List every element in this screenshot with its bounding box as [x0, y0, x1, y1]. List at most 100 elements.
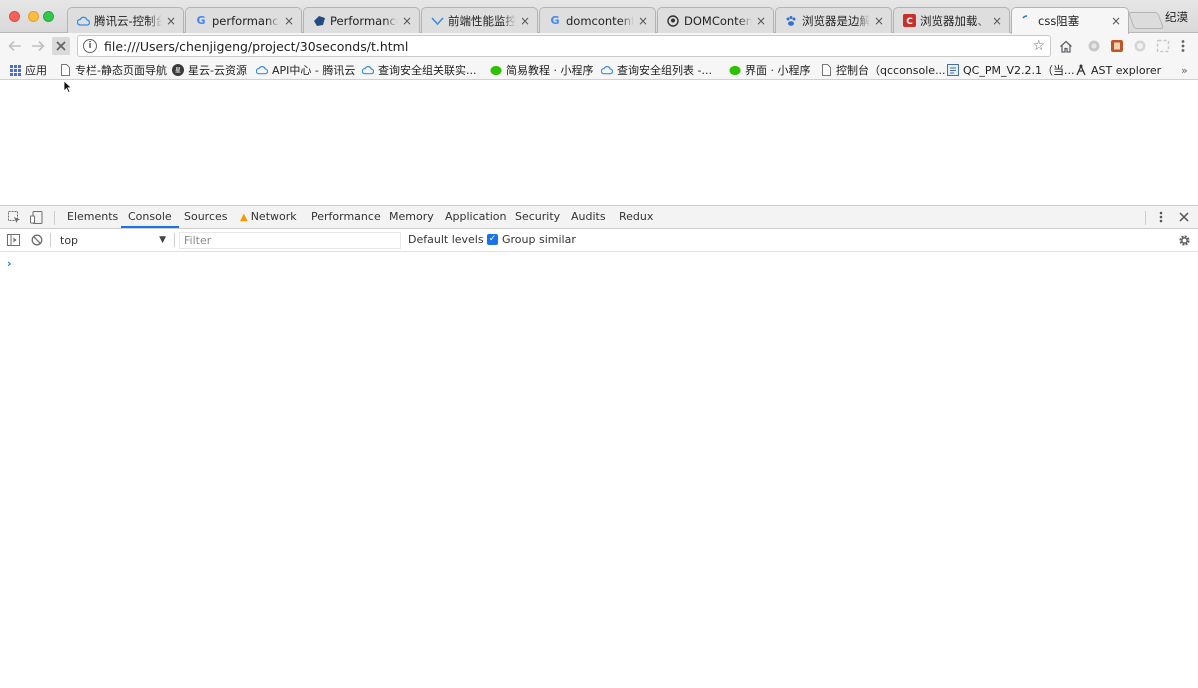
- bookmark-label: 简易教程 · 小程序: [506, 64, 594, 77]
- bookmark-item[interactable]: 界面 · 小程序: [729, 62, 811, 78]
- browser-toolbar: i file:///Users/chenjigeng/project/30sec…: [0, 33, 1198, 93]
- browser-tab[interactable]: 浏览器是边解析 ×: [775, 7, 892, 33]
- close-tab-icon[interactable]: ×: [755, 14, 767, 28]
- tab-title: DOMContentLoaded: [684, 13, 752, 28]
- close-tab-icon[interactable]: ×: [401, 14, 413, 28]
- close-tab-icon[interactable]: ×: [873, 14, 885, 28]
- extension-icon[interactable]: [1085, 37, 1103, 55]
- close-tab-icon[interactable]: ×: [519, 14, 531, 28]
- tab-memory[interactable]: Memory: [389, 206, 434, 228]
- close-tab-icon[interactable]: ×: [283, 14, 295, 28]
- bookmark-item[interactable]: 查询安全组关联实...: [362, 62, 477, 78]
- bookmark-star-icon[interactable]: ☆: [1032, 38, 1045, 54]
- bookmark-label: 界面 · 小程序: [745, 64, 811, 77]
- browser-tab[interactable]: C 浏览器加载、解析 ×: [893, 7, 1010, 33]
- address-bar[interactable]: i file:///Users/chenjigeng/project/30sec…: [77, 35, 1051, 57]
- tab-performance[interactable]: Performance: [311, 206, 381, 228]
- browser-tab[interactable]: 腾讯云-控制台 ×: [67, 7, 184, 33]
- browser-tab[interactable]: 前端性能监控： ×: [421, 7, 538, 33]
- browser-tab[interactable]: G performance.timing ×: [185, 7, 302, 33]
- tab-console[interactable]: Console: [121, 206, 179, 228]
- loading-icon: [1020, 14, 1034, 28]
- google-icon: G: [550, 14, 560, 27]
- bookmark-label: 控制台（qcconsole...: [836, 64, 946, 77]
- bookmark-item[interactable]: 简易教程 · 小程序: [490, 62, 594, 78]
- checkbox-checked-icon[interactable]: ✓: [487, 234, 498, 245]
- extension-icon[interactable]: [1108, 37, 1126, 55]
- extension-icon[interactable]: [1154, 37, 1172, 55]
- page-icon: [820, 64, 832, 76]
- zoom-window-button[interactable]: [43, 11, 54, 22]
- bookmark-label: AST explorer: [1091, 63, 1162, 77]
- divider: [54, 211, 55, 225]
- cloud-icon: [601, 64, 613, 76]
- bookmark-item[interactable]: API中心 - 腾讯云: [256, 62, 355, 78]
- bookmark-item[interactable]: QC_PM_V2.2.1（当...: [947, 62, 1074, 78]
- bookmark-item[interactable]: 专栏-静态页面导航: [59, 62, 167, 78]
- bookmark-item[interactable]: 星 星云-云资源: [172, 62, 247, 78]
- profile-name[interactable]: 纪漠: [1165, 9, 1188, 25]
- tab-security[interactable]: Security: [515, 206, 560, 228]
- dropdown-arrow-icon: ▼: [159, 235, 166, 245]
- console-prompt[interactable]: ›: [7, 257, 12, 270]
- minimize-window-button[interactable]: [28, 11, 39, 22]
- close-tab-icon[interactable]: ×: [1110, 14, 1122, 28]
- mouse-cursor-icon: [63, 80, 73, 93]
- bookmark-item[interactable]: 查询安全组列表 -...: [601, 62, 712, 78]
- cloud-icon: [256, 64, 268, 76]
- tab-title: 腾讯云-控制台: [94, 13, 162, 28]
- close-window-button[interactable]: [9, 11, 20, 22]
- bookmark-item[interactable]: 控制台（qcconsole...: [820, 62, 946, 78]
- tab-redux[interactable]: Redux: [619, 206, 653, 228]
- inspect-element-icon[interactable]: [7, 210, 21, 224]
- tab-title: 前端性能监控：: [448, 13, 516, 28]
- browser-tab[interactable]: Performance.timing ×: [303, 7, 420, 33]
- url-text[interactable]: file:///Users/chenjigeng/project/30secon…: [104, 39, 408, 54]
- info-icon[interactable]: i: [83, 39, 97, 53]
- menu-dots-icon[interactable]: [1174, 37, 1192, 55]
- console-toolbar: top ▼ Default levels ▼ ✓ Group similar: [0, 229, 1198, 252]
- mdn-icon: [312, 14, 326, 28]
- tab-network[interactable]: ▲ Network: [240, 206, 297, 228]
- browser-tab[interactable]: DOMContentLoaded ×: [657, 7, 774, 33]
- tab-elements[interactable]: Elements: [67, 206, 118, 228]
- wechat-icon: [490, 64, 502, 76]
- more-bookmarks-icon[interactable]: »: [1181, 62, 1188, 78]
- sidebar-toggle-icon[interactable]: [6, 233, 20, 247]
- home-icon[interactable]: [1057, 37, 1075, 55]
- tab-audits[interactable]: Audits: [571, 206, 606, 228]
- tab-network-label: Network: [250, 210, 297, 223]
- browser-tab[interactable]: G domcontentloaded ×: [539, 7, 656, 33]
- bookmark-apps[interactable]: 应用: [9, 62, 47, 78]
- svg-text:C: C: [906, 17, 913, 27]
- nebula-icon: 星: [172, 64, 184, 76]
- bookmarks-bar: 应用 专栏-静态页面导航 星 星云-云资源 API中心 - 腾讯云 查询安全组关…: [0, 59, 1198, 80]
- close-devtools-icon[interactable]: [1177, 210, 1191, 224]
- group-similar-label: Group similar: [502, 233, 576, 246]
- google-icon: G: [196, 14, 206, 27]
- devtools-menu-icon[interactable]: [1154, 210, 1168, 224]
- tab-sources[interactable]: Sources: [184, 206, 228, 228]
- close-tab-icon[interactable]: ×: [991, 14, 1003, 28]
- forward-arrow-icon[interactable]: [29, 37, 47, 55]
- clear-console-icon[interactable]: [30, 233, 44, 247]
- stop-loading-icon[interactable]: [52, 37, 70, 55]
- device-toolbar-icon[interactable]: [29, 210, 43, 224]
- new-tab-button[interactable]: [1127, 12, 1165, 29]
- bookmark-item[interactable]: AST explorer: [1075, 62, 1161, 78]
- filter-input[interactable]: [179, 232, 401, 249]
- log-levels-dropdown[interactable]: Default levels ▼: [408, 233, 496, 246]
- close-tab-icon[interactable]: ×: [637, 14, 649, 28]
- close-tab-icon[interactable]: ×: [165, 14, 177, 28]
- tab-title: css阻塞: [1038, 14, 1080, 28]
- page-icon: [59, 64, 71, 76]
- group-similar-checkbox[interactable]: ✓ Group similar: [487, 233, 576, 246]
- tab-application[interactable]: Application: [445, 206, 506, 228]
- wechat-icon: [729, 64, 741, 76]
- back-arrow-icon[interactable]: [6, 37, 24, 55]
- browser-tab-active[interactable]: css阻塞 ×: [1011, 7, 1129, 34]
- divider: [1145, 211, 1146, 225]
- context-selector[interactable]: top ▼: [56, 232, 170, 248]
- gear-icon[interactable]: [1177, 233, 1191, 247]
- extension-icon[interactable]: [1131, 37, 1149, 55]
